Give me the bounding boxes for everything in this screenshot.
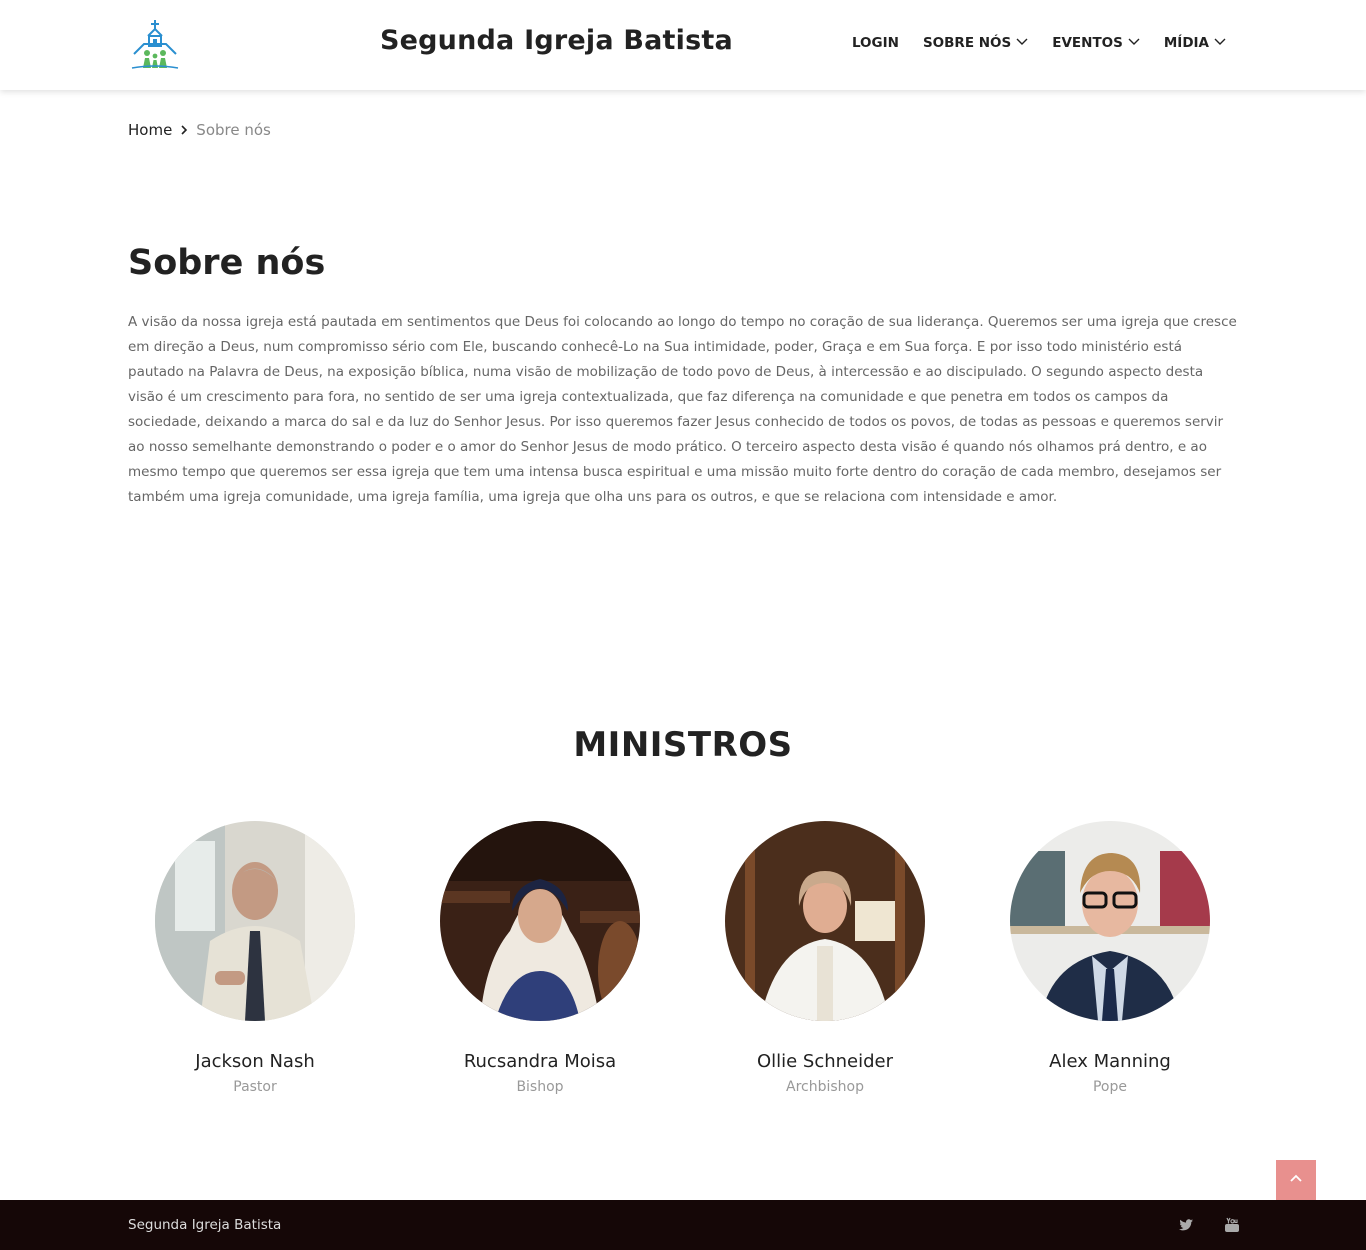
nav-midia-label: MÍDIA — [1163, 35, 1209, 51]
minister-card: Ollie Schneider Archbishop — [700, 821, 950, 1095]
youtube-icon[interactable] — [1224, 1217, 1240, 1233]
twitter-icon[interactable] — [1178, 1217, 1194, 1233]
minister-photo[interactable] — [155, 821, 355, 1021]
minister-card: Jackson Nash Pastor — [130, 821, 380, 1095]
breadcrumb: Home Sobre nós — [128, 121, 271, 139]
minister-name: Ollie Schneider — [756, 1051, 894, 1072]
nav-eventos-label: EVENTOS — [1052, 35, 1123, 51]
minister-role: Archbishop — [786, 1079, 864, 1095]
minister-role: Bishop — [516, 1079, 564, 1095]
minister-role: Pope — [1092, 1079, 1127, 1095]
minister-photo[interactable] — [440, 821, 640, 1021]
chevron-down-icon — [1128, 35, 1140, 51]
site-footer: Segunda Igreja Batista — [0, 1200, 1366, 1250]
nav-login-label: LOGIN — [851, 35, 899, 51]
chevron-down-icon — [1016, 35, 1028, 51]
minister-card: Alex Manning Pope — [985, 821, 1235, 1095]
ministers-heading: MINISTROS — [573, 725, 793, 765]
breadcrumb-current: Sobre nós — [196, 121, 271, 139]
nav-midia[interactable]: MÍDIA — [1164, 35, 1226, 51]
footer-text: Segunda Igreja Batista — [128, 1217, 282, 1233]
site-title[interactable]: Segunda Igreja Batista — [380, 25, 733, 56]
minister-name: Jackson Nash — [195, 1051, 315, 1072]
nav-sobre-nos[interactable]: SOBRE NÓS — [923, 35, 1028, 51]
main-nav: LOGIN SOBRE NÓS EVENTOS MÍDIA — [852, 35, 1226, 51]
nav-eventos[interactable]: EVENTOS — [1052, 35, 1140, 51]
chevron-down-icon — [1214, 35, 1226, 51]
minister-card: Rucsandra Moisa Bishop — [415, 821, 665, 1095]
nav-login[interactable]: LOGIN — [852, 35, 899, 51]
breadcrumb-home-link[interactable]: Home — [128, 121, 172, 139]
minister-photo[interactable] — [725, 821, 925, 1021]
back-to-top-button[interactable] — [1276, 1160, 1316, 1200]
church-logo-icon[interactable] — [128, 18, 182, 72]
nav-sobre-nos-label: SOBRE NÓS — [922, 35, 1012, 51]
minister-role: Pastor — [233, 1079, 277, 1095]
chevron-up-icon — [1288, 1170, 1304, 1190]
minister-photo[interactable] — [1010, 821, 1210, 1021]
chevron-right-icon — [179, 125, 189, 135]
minister-name: Rucsandra Moisa — [463, 1051, 617, 1072]
site-header: Segunda Igreja Batista LOGIN SOBRE NÓS E… — [0, 0, 1366, 90]
minister-name: Alex Manning — [1049, 1051, 1171, 1072]
page-title: Sobre nós — [128, 243, 326, 283]
about-paragraph: A visão da nossa igreja está pautada em … — [128, 314, 1237, 505]
